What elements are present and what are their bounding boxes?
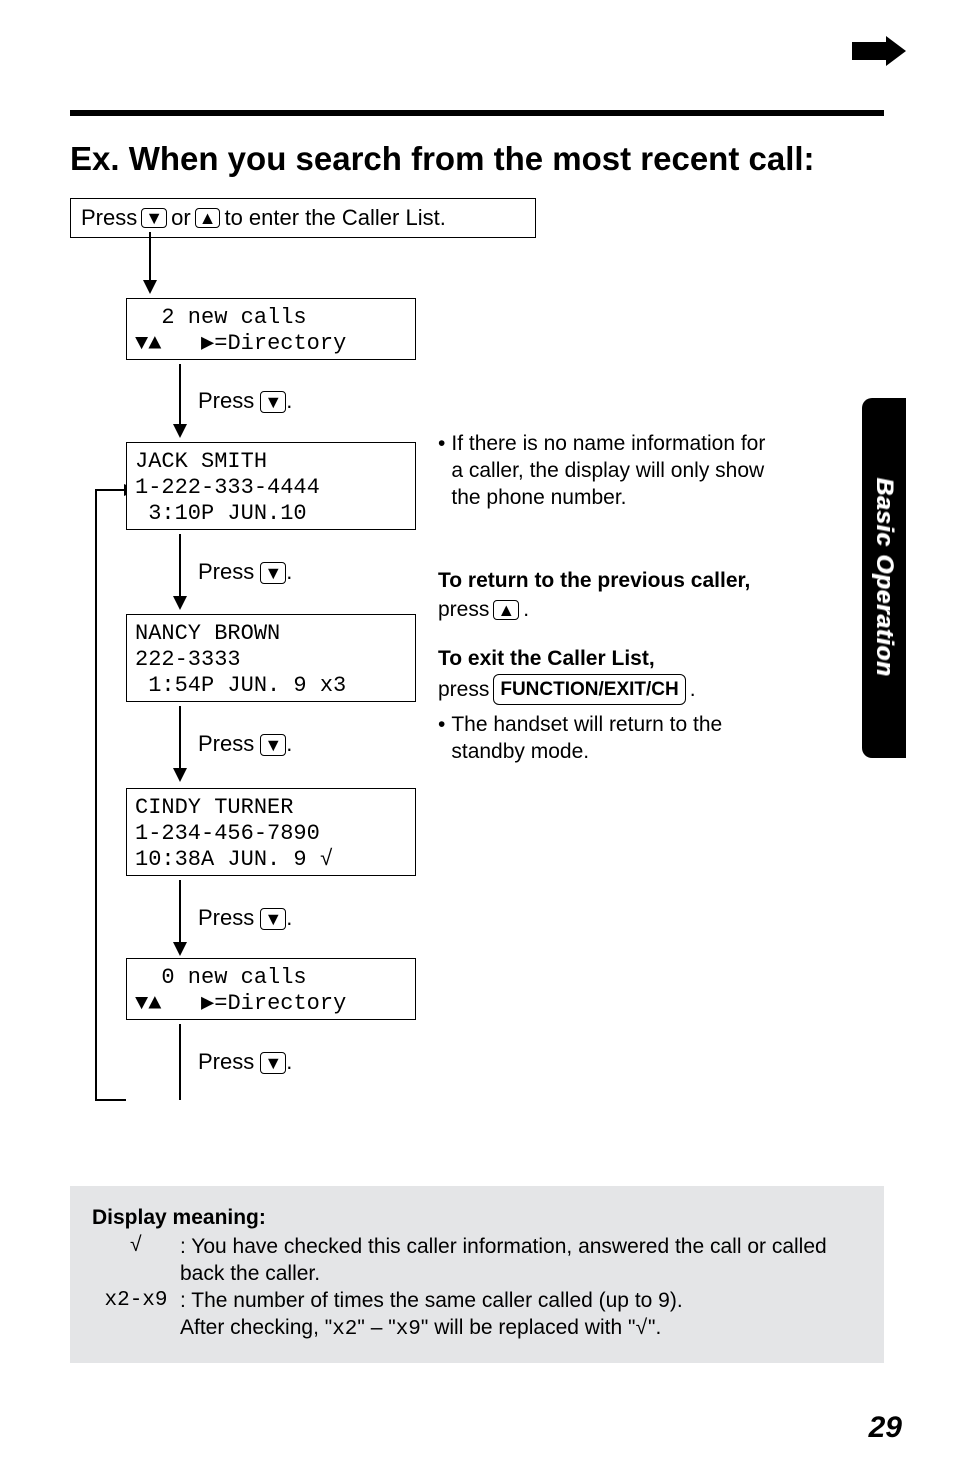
return-path-arrow <box>90 484 126 1100</box>
lcd-screen-2: JACK SMITH 1-222-333-4444 3:10P JUN.10 <box>126 442 416 530</box>
step-arrow-3: Press ▼. <box>170 706 410 782</box>
meaning-x-2e: " will be replaced with " <box>421 1316 636 1339</box>
lcd5-line2: ▼▲ ▶=Directory <box>135 991 346 1016</box>
down-key-icon: ▼ <box>260 1052 286 1074</box>
lcd4-line3: 10:38A JUN. 9 √ <box>135 847 333 872</box>
header-rule <box>70 110 884 116</box>
section-tab-label: Basic Operation <box>870 478 898 677</box>
down-key-icon: ▼ <box>141 208 167 228</box>
meaning-x-2g: ". <box>648 1316 661 1339</box>
period-r1: . <box>523 596 529 623</box>
section-tab: Basic Operation <box>862 398 906 758</box>
lcd3-line2: 222-3333 <box>135 647 241 672</box>
lcd-screen-1: 2 new calls ▼▲ ▶=Directory <box>126 298 416 360</box>
lcd2-line1: JACK SMITH <box>135 449 267 474</box>
period-2: . <box>286 559 292 584</box>
press-lower-1: press <box>438 596 489 623</box>
meaning-x-2d: x9 <box>396 1318 421 1341</box>
notes-column: • If there is no name information for a … <box>438 430 774 779</box>
lcd4-line1: CINDY TURNER <box>135 795 293 820</box>
forward-arrow-icon <box>852 36 906 66</box>
page-title: Ex. When you search from the most recent… <box>70 140 884 178</box>
bullet-icon: • <box>438 711 445 765</box>
period-1: . <box>286 388 292 413</box>
intro-prefix: Press <box>81 205 137 231</box>
flow-arrow-initial <box>140 232 160 294</box>
lcd3-line1: NANCY BROWN <box>135 621 280 646</box>
meaning-x-2f: √ <box>635 1318 648 1341</box>
period-4: . <box>286 905 292 930</box>
bullet-icon: • <box>438 430 445 511</box>
lcd4-line2: 1-234-456-7890 <box>135 821 320 846</box>
meaning-x-symbol: x2-x9 <box>92 1287 180 1343</box>
down-key-icon: ▼ <box>260 734 286 756</box>
meaning-title: Display meaning: <box>92 1204 862 1231</box>
step-arrow-4: Press ▼. <box>170 880 410 956</box>
step-arrow-5: Press ▼. <box>170 1024 410 1100</box>
meaning-check-symbol: √ <box>92 1233 180 1287</box>
meaning-x-desc-1: : The number of times the same caller ca… <box>180 1287 862 1314</box>
press-word-4: Press <box>198 905 254 930</box>
page-number: 29 <box>869 1411 902 1445</box>
meaning-x-2c: " – " <box>357 1316 395 1339</box>
display-meaning-box: Display meaning: √ : You have checked th… <box>70 1186 884 1363</box>
lcd5-line1: 0 new calls <box>135 965 307 990</box>
lcd-screen-5: 0 new calls ▼▲ ▶=Directory <box>126 958 416 1020</box>
note-no-name: If there is no name information for a ca… <box>451 430 774 511</box>
press-word-2: Press <box>198 559 254 584</box>
period-3: . <box>286 731 292 756</box>
exit-list-heading: To exit the Caller List, <box>438 645 774 672</box>
meaning-x-2a: After checking, " <box>180 1316 332 1339</box>
function-exit-ch-key: FUNCTION/EXIT/CH <box>493 674 685 705</box>
step-arrow-2: Press ▼. <box>170 534 410 610</box>
lcd3-line3: 1:54P JUN. 9 x3 <box>135 673 346 698</box>
up-key-icon: ▲ <box>195 208 221 228</box>
press-lower-2: press <box>438 676 489 703</box>
lcd2-line3: 3:10P JUN.10 <box>135 501 307 526</box>
up-key-icon: ▲ <box>493 600 519 620</box>
down-key-icon: ▼ <box>260 391 286 413</box>
period-r2: . <box>690 676 696 703</box>
lcd-screen-4: CINDY TURNER 1-234-456-7890 10:38A JUN. … <box>126 788 416 876</box>
step-arrow-1: Press ▼. <box>170 364 410 438</box>
lcd1-line1: 2 new calls <box>135 305 307 330</box>
period-5: . <box>286 1049 292 1074</box>
press-word-1: Press <box>198 388 254 413</box>
note-standby: The handset will return to the standby m… <box>451 711 774 765</box>
meaning-x-desc-2: After checking, "x2" – "x9" will be repl… <box>180 1314 862 1343</box>
meaning-check-desc: : You have checked this caller informati… <box>180 1233 862 1287</box>
meaning-x-2b: x2 <box>332 1318 357 1341</box>
intro-suffix: to enter the Caller List. <box>224 205 445 231</box>
press-word-3: Press <box>198 731 254 756</box>
lcd2-line2: 1-222-333-4444 <box>135 475 320 500</box>
return-caller-heading: To return to the previous caller, <box>438 567 774 594</box>
down-key-icon: ▼ <box>260 908 286 930</box>
press-word-5: Press <box>198 1049 254 1074</box>
lcd1-line2: ▼▲ ▶=Directory <box>135 331 346 356</box>
lcd-screen-3: NANCY BROWN 222-3333 1:54P JUN. 9 x3 <box>126 614 416 702</box>
down-key-icon: ▼ <box>260 562 286 584</box>
intro-or: or <box>171 205 191 231</box>
